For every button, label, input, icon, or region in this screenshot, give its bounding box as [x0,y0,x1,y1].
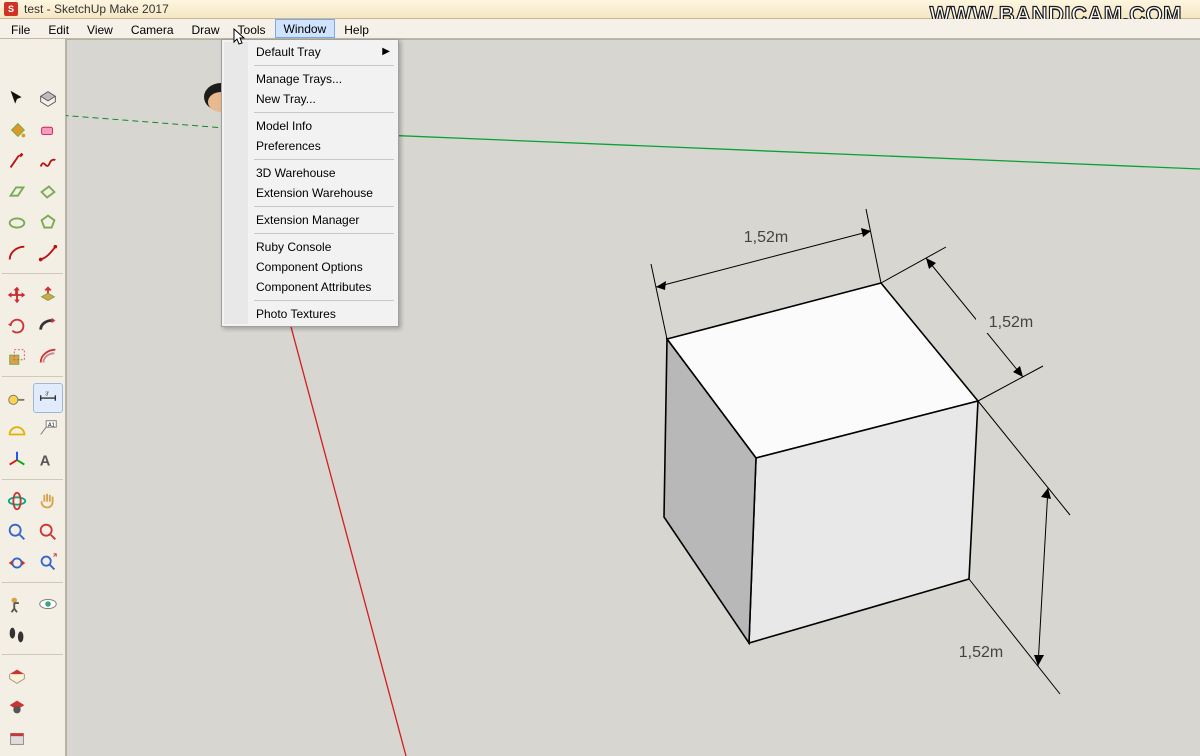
menu-window[interactable]: Window [275,19,336,38]
tool-extension-warehouse[interactable] [2,692,32,722]
tool-freehand[interactable] [33,146,63,176]
tool-pushpull[interactable] [33,280,63,310]
menu-manage-trays[interactable]: Manage Trays... [224,69,396,89]
menu-file[interactable]: File [2,19,39,38]
menu-ruby-console[interactable]: Ruby Console [224,237,396,257]
tool-scale[interactable] [2,342,32,372]
tool-rotated-rectangle[interactable] [33,177,63,207]
tool-followme[interactable] [33,311,63,341]
tool-rectangle[interactable] [2,177,32,207]
tool-3dtext[interactable]: A [33,445,63,475]
tool-circle[interactable] [2,208,32,238]
tool-orbit[interactable] [2,486,32,516]
dim-depth-label: 1,52m [959,644,1003,661]
menu-model-info[interactable]: Model Info [224,116,396,136]
tool-eraser[interactable] [33,115,63,145]
tool-move[interactable] [2,280,32,310]
menu-bar: File Edit View Camera Draw Tools Window … [0,19,1200,39]
menu-draw[interactable]: Draw [183,19,229,38]
tool-zoom-extents[interactable] [33,548,63,578]
svg-text:A1: A1 [48,422,55,428]
menu-photo-textures[interactable]: Photo Textures [224,304,396,324]
dim-height-label: 1,52m [989,314,1033,331]
app-logo-icon: S [4,2,18,16]
tool-line[interactable] [2,146,32,176]
cube-model[interactable] [664,283,978,643]
tool-walk[interactable] [2,620,32,650]
menu-help[interactable]: Help [335,19,378,38]
tool-extension-manager[interactable] [2,723,32,753]
tool-2pt-arc[interactable] [33,239,63,269]
tool-protractor[interactable] [2,414,32,444]
axis-green-neg [66,114,238,129]
tool-text[interactable]: A1 [33,414,63,444]
tool-polygon[interactable] [33,208,63,238]
menu-extension-warehouse[interactable]: Extension Warehouse [224,183,396,203]
tool-axes[interactable] [2,445,32,475]
tool-previous[interactable] [2,548,32,578]
tool-dimension[interactable]: 3' [33,383,63,413]
mouse-cursor-icon [233,28,247,46]
tool-pan[interactable] [33,486,63,516]
tool-zoom-window[interactable] [33,517,63,547]
tool-rotate[interactable] [2,311,32,341]
tool-offset[interactable] [33,342,63,372]
tool-grid: 3' A1 A [2,84,64,753]
menu-camera[interactable]: Camera [122,19,183,38]
tool-paint-bucket[interactable] [2,115,32,145]
window-menu-dropdown: Default Tray ▶ Manage Trays... New Tray.… [221,39,399,327]
tool-3d-warehouse[interactable] [2,661,32,691]
menu-preferences[interactable]: Preferences [224,136,396,156]
menu-view[interactable]: View [78,19,122,38]
menu-component-attributes[interactable]: Component Attributes [224,277,396,297]
tool-position-camera[interactable] [2,589,32,619]
tool-select[interactable] [2,84,32,114]
dim-width-label: 1,52m [744,229,788,246]
tool-arc[interactable] [2,239,32,269]
tool-make-component[interactable] [33,84,63,114]
menu-component-options[interactable]: Component Options [224,257,396,277]
toolbar-left: 3' A1 A [0,39,66,756]
tool-zoom[interactable] [2,517,32,547]
menu-edit[interactable]: Edit [39,19,78,38]
svg-text:A: A [40,454,51,470]
chevron-right-icon: ▶ [382,46,390,57]
tool-look-around[interactable] [33,589,63,619]
menu-3d-warehouse[interactable]: 3D Warehouse [224,163,396,183]
menu-default-tray[interactable]: Default Tray ▶ [224,42,396,62]
menu-new-tray[interactable]: New Tray... [224,89,396,109]
tool-tape-measure[interactable] [2,383,32,413]
window-title: test - SketchUp Make 2017 [24,2,169,16]
menu-extension-manager[interactable]: Extension Manager [224,210,396,230]
svg-text:3': 3' [45,391,49,397]
